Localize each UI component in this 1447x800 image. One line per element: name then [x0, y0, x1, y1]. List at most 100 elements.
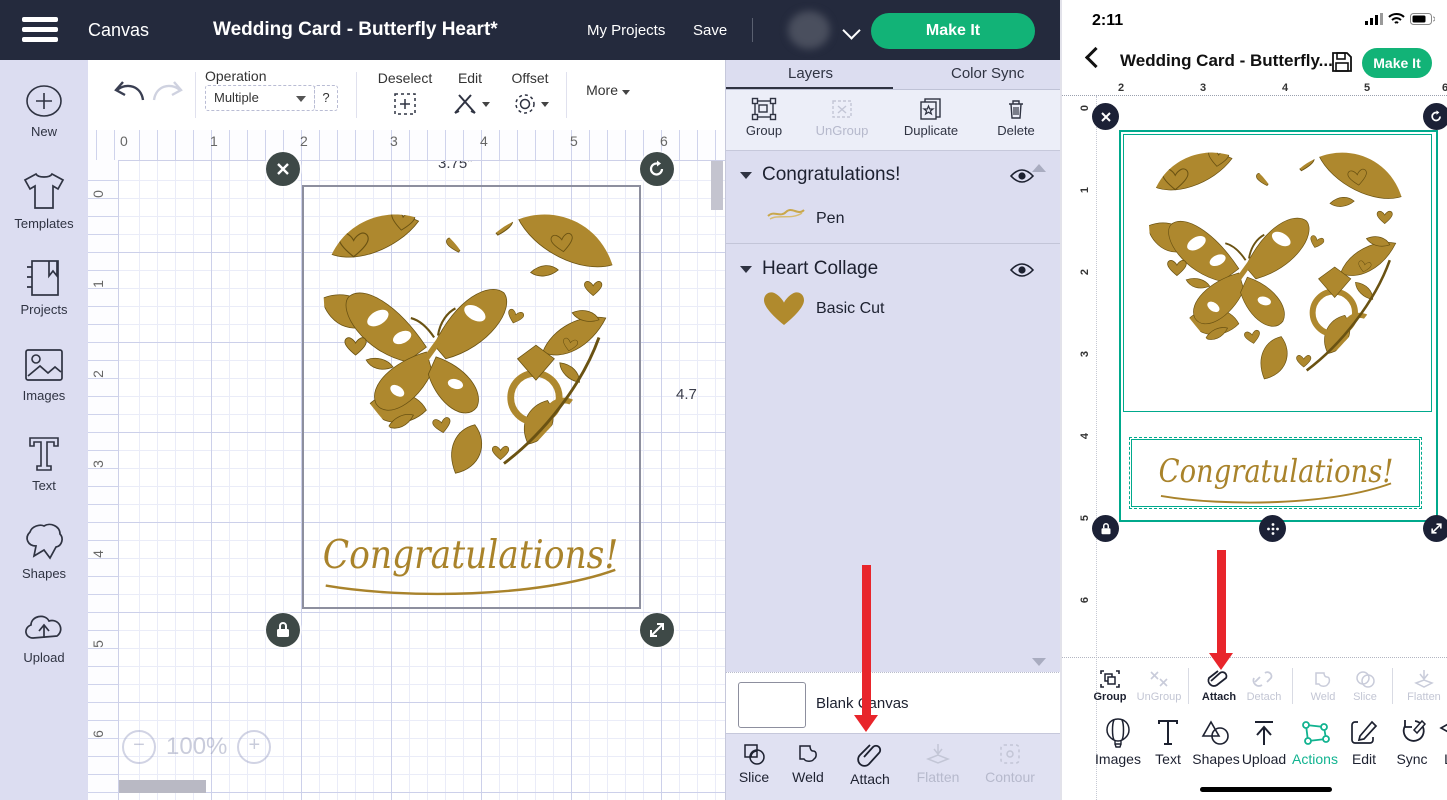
sidebar-item-label: Text: [32, 478, 56, 493]
visibility-eye-icon[interactable]: [1009, 262, 1035, 283]
heart-collage-artwork[interactable]: [310, 192, 630, 512]
layer-group-heart-collage[interactable]: Heart Collage: [726, 254, 1061, 288]
duplicate-button[interactable]: Duplicate: [894, 97, 968, 138]
redo-icon[interactable]: [150, 78, 184, 108]
edit-pencil-icon: [451, 91, 479, 117]
zoom-out-button[interactable]: −: [122, 730, 156, 764]
divider: [752, 18, 753, 42]
save-floppy-icon[interactable]: [1330, 50, 1354, 74]
mobile-ungroup-button[interactable]: UnGroup: [1132, 668, 1186, 703]
offset-button[interactable]: Offset: [500, 70, 560, 117]
congratulations-script[interactable]: [308, 512, 633, 604]
zoom-level: 100%: [166, 733, 227, 761]
layer-item-basic-cut[interactable]: Basic Cut: [726, 288, 1061, 332]
mobile-actions-tab[interactable]: Actions: [1288, 718, 1342, 767]
layers-panel: Layers Color Sync Group UnGroup Duplicat…: [725, 60, 1061, 800]
lock-handle[interactable]: [266, 613, 300, 647]
tab-layers[interactable]: Layers: [788, 65, 833, 82]
slice-icon: [1353, 668, 1377, 690]
ruler-horizontal: 0 1 2 3 4 5 6: [88, 130, 725, 161]
sidebar-item-shapes[interactable]: Shapes: [0, 522, 88, 581]
operation-label: Operation: [205, 68, 266, 84]
mobile-position-handle[interactable]: [1259, 515, 1286, 542]
contour-button[interactable]: Contour: [978, 741, 1042, 785]
mobile-group-button[interactable]: Group: [1088, 668, 1132, 703]
mobile-shapes-tab[interactable]: Shapes: [1188, 718, 1244, 767]
save-link[interactable]: Save: [693, 22, 727, 39]
sidebar-item-label: Templates: [14, 216, 73, 231]
sidebar-item-projects[interactable]: Projects: [0, 258, 88, 317]
mobile-flatten-button[interactable]: Flatten: [1400, 668, 1447, 703]
mobile-lock-handle[interactable]: [1092, 515, 1119, 542]
mobile-attach-button[interactable]: Attach: [1198, 668, 1240, 703]
mobile-text-tab[interactable]: Text: [1148, 718, 1188, 767]
menu-icon[interactable]: [22, 17, 58, 43]
disclosure-triangle-icon[interactable]: [740, 172, 752, 179]
resize-handle[interactable]: [640, 613, 674, 647]
horizontal-scrollbar[interactable]: [118, 780, 206, 793]
signal-icon: [1365, 13, 1383, 25]
mobile-congratulations-script[interactable]: [1132, 438, 1420, 510]
sidebar-item-templates[interactable]: Templates: [0, 170, 88, 231]
mobile-edit-tab[interactable]: Edit: [1344, 718, 1384, 767]
blank-canvas-swatch[interactable]: [738, 682, 806, 728]
mobile-upload-tab[interactable]: Upload: [1238, 718, 1290, 767]
mobile-rotate-handle[interactable]: [1423, 103, 1447, 130]
mobile-layers-tab-truncated[interactable]: L: [1438, 718, 1447, 767]
sidebar-item-images[interactable]: Images: [0, 346, 88, 403]
home-indicator[interactable]: [1200, 787, 1332, 792]
slice-button[interactable]: Slice: [732, 741, 776, 785]
mobile-sync-tab[interactable]: Sync: [1390, 718, 1434, 767]
flatten-icon: [925, 741, 951, 767]
caret-icon: [622, 90, 630, 95]
delete-handle[interactable]: [266, 152, 300, 186]
mobile-images-tab[interactable]: Images: [1090, 718, 1146, 767]
scroll-down-icon[interactable]: [1032, 658, 1046, 666]
tab-color-sync[interactable]: Color Sync: [951, 65, 1024, 82]
attach-button[interactable]: Attach: [842, 741, 898, 787]
sidebar-item-upload[interactable]: Upload: [0, 610, 88, 665]
flatten-button[interactable]: Flatten: [908, 741, 968, 785]
mobile-heart-collage-artwork[interactable]: [1129, 133, 1425, 413]
panel-tabs: Layers Color Sync: [726, 60, 1061, 90]
disclosure-triangle-icon[interactable]: [740, 266, 752, 273]
layer-group-congratulations[interactable]: Congratulations!: [726, 160, 1061, 194]
sidebar-item-new[interactable]: New: [0, 82, 88, 139]
edit-button[interactable]: Edit: [443, 70, 497, 117]
mobile-delete-handle[interactable]: [1092, 103, 1119, 130]
weld-button[interactable]: Weld: [784, 741, 832, 785]
canvas-section-label: Canvas: [88, 20, 149, 41]
mobile-slice-button[interactable]: Slice: [1346, 668, 1384, 703]
mobile-weld-button[interactable]: Weld: [1304, 668, 1342, 703]
mobile-resize-handle[interactable]: [1423, 515, 1447, 542]
mobile-make-it-button[interactable]: Make It: [1362, 48, 1432, 78]
deselect-button[interactable]: Deselect: [370, 70, 440, 117]
divider: [356, 72, 357, 118]
chevron-down-icon[interactable]: [842, 21, 860, 39]
blank-canvas-row[interactable]: Blank Canvas: [726, 672, 1061, 734]
caret-icon: [541, 102, 549, 107]
rotate-handle[interactable]: [640, 152, 674, 186]
group-icon: [1098, 668, 1122, 690]
ungroup-button[interactable]: UnGroup: [808, 97, 876, 138]
mobile-detach-button[interactable]: Detach: [1242, 668, 1286, 703]
sidebar-item-text[interactable]: Text: [0, 434, 88, 493]
back-chevron-icon[interactable]: [1085, 47, 1106, 68]
make-it-button[interactable]: Make It: [871, 13, 1035, 49]
ungroup-icon: [1147, 668, 1171, 690]
layer-item-pen[interactable]: Pen: [726, 198, 1061, 242]
design-canvas[interactable]: 3.75" 4.7 − 100% +: [88, 130, 725, 800]
images-icon: [22, 346, 66, 384]
more-button[interactable]: More: [578, 82, 638, 98]
avatar[interactable]: [788, 11, 830, 49]
operation-select[interactable]: Multiple: [205, 85, 315, 111]
delete-button[interactable]: Delete: [988, 97, 1044, 138]
zoom-in-button[interactable]: +: [237, 730, 271, 764]
help-button[interactable]: ?: [314, 85, 338, 111]
group-button[interactable]: Group: [738, 97, 790, 138]
resize-icon: [648, 621, 666, 639]
undo-icon[interactable]: [113, 78, 147, 108]
my-projects-link[interactable]: My Projects: [587, 22, 665, 39]
scroll-up-icon[interactable]: [1032, 164, 1046, 172]
zoom-control: − 100% +: [122, 730, 271, 764]
